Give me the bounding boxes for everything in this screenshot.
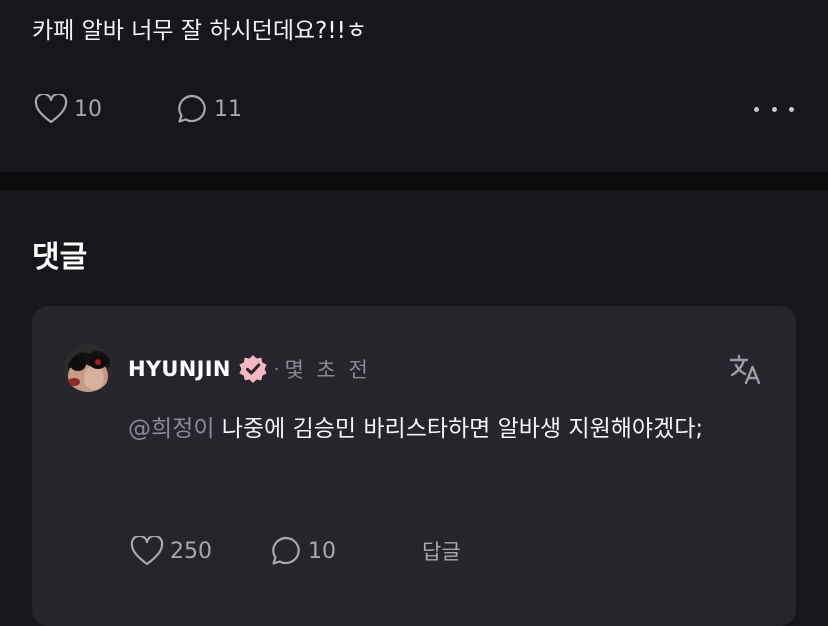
timestamp: 몇 초 전: [284, 358, 371, 382]
more-dots-icon: [754, 106, 759, 112]
post: 카페 알바 너무 잘 하시던데요?!!ㅎ 10 11: [0, 0, 828, 172]
comments-heading: 댓글: [32, 240, 88, 275]
comment-message: 나중에 김승민 바리스타하면 알바생 지원해야겠다;: [214, 416, 704, 442]
reply-button[interactable]: 답글: [422, 532, 461, 570]
comment-text: @희정이 나중에 김승민 바리스타하면 알바생 지원해야겠다;: [128, 410, 768, 448]
translate-button[interactable]: [728, 352, 762, 386]
comment-reply-count: 10: [308, 538, 336, 564]
comment-reply-count-button[interactable]: 10: [270, 532, 336, 570]
username[interactable]: HYUNJIN: [128, 357, 231, 381]
comment-header: HYUNJIN · 몇 초 전: [128, 352, 371, 386]
comment-like-button[interactable]: 250: [130, 532, 212, 570]
post-like-button[interactable]: 10: [34, 90, 102, 128]
post-actions: 10 11: [34, 90, 794, 128]
more-options-button[interactable]: [754, 90, 794, 128]
comment-like-count: 250: [170, 538, 212, 564]
heart-icon: [34, 94, 68, 124]
post-comment-count: 11: [214, 96, 242, 122]
translate-icon: [729, 354, 761, 385]
mention-link[interactable]: @희정이: [128, 416, 214, 442]
avatar[interactable]: [64, 344, 112, 392]
section-divider: [0, 172, 828, 190]
post-comment-button[interactable]: 11: [176, 90, 242, 128]
post-like-count: 10: [74, 96, 102, 122]
post-text: 카페 알바 너무 잘 하시던데요?!!ㅎ: [32, 18, 367, 44]
heart-icon: [130, 536, 164, 566]
verified-badge-icon: [239, 355, 267, 383]
comment-card: HYUNJIN · 몇 초 전 @희정이 나중에 김승민 바리스타하면 알바생 …: [32, 306, 796, 626]
speech-bubble-icon: [178, 94, 206, 123]
separator-dot: ·: [273, 358, 280, 380]
comment-actions: 250 10 답글: [130, 532, 630, 570]
speech-bubble-icon: [272, 536, 300, 565]
